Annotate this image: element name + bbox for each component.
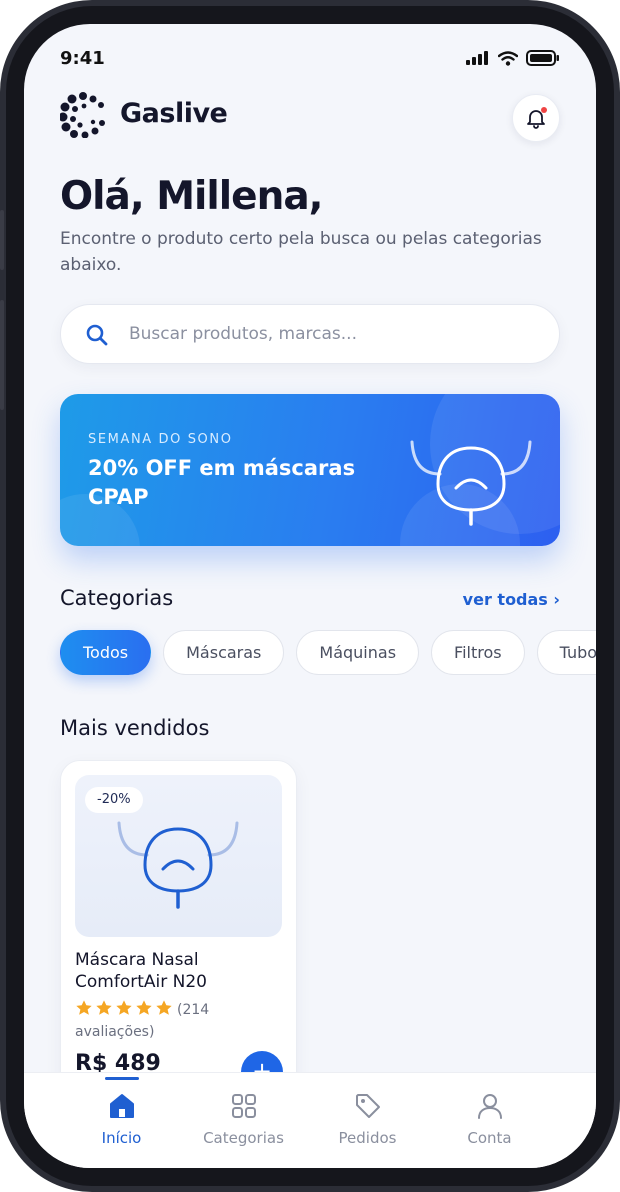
notification-dot bbox=[541, 107, 547, 113]
side-button bbox=[0, 210, 4, 270]
user-icon bbox=[478, 1094, 502, 1119]
product-image: -20% bbox=[75, 775, 282, 937]
star-icon bbox=[116, 1000, 132, 1015]
active-tab-indicator bbox=[105, 1077, 139, 1080]
side-button bbox=[0, 300, 4, 410]
chip-filtros[interactable]: Filtros bbox=[431, 630, 525, 675]
search-input[interactable] bbox=[129, 305, 529, 363]
tab-label: Conta bbox=[467, 1129, 512, 1147]
banner-eyebrow: SEMANA DO SONO bbox=[88, 432, 233, 447]
status-bar: 9:41 bbox=[24, 24, 596, 88]
cpap-mask-icon bbox=[117, 821, 239, 909]
discount-badge: -20% bbox=[85, 787, 143, 813]
brand-name: Gaslive bbox=[120, 98, 228, 129]
greeting-title: Olá, Millena, bbox=[60, 174, 323, 219]
tab-categorias[interactable]: Categorias bbox=[172, 1073, 315, 1168]
chip-maquinas[interactable]: Máquinas bbox=[296, 630, 420, 675]
app-header: Gaslive bbox=[60, 92, 560, 142]
see-all-categories-link[interactable]: ver todas › bbox=[463, 590, 560, 609]
notifications-button[interactable] bbox=[512, 94, 560, 142]
tab-conta[interactable]: Conta bbox=[418, 1073, 561, 1168]
star-icon bbox=[156, 1000, 172, 1015]
promo-banner[interactable]: SEMANA DO SONO 20% OFF em máscaras CPAP bbox=[60, 394, 560, 546]
banner-title: 20% OFF em máscaras CPAP bbox=[88, 456, 356, 509]
product-card[interactable]: -20% Máscara Nasal ComfortAir N20 (214 a… bbox=[60, 760, 297, 1120]
chip-tubos[interactable]: Tubos bbox=[536, 630, 596, 675]
product-name: Máscara Nasal ComfortAir N20 bbox=[75, 950, 207, 992]
phone-frame: 9:41 Gaslive Olá, Millena, Encontre o pr… bbox=[0, 0, 620, 1192]
greeting-subtitle: Encontre o produto certo pela busca ou p… bbox=[60, 229, 542, 275]
wifi-icon bbox=[498, 50, 518, 66]
screen: 9:41 Gaslive Olá, Millena, Encontre o pr… bbox=[24, 24, 596, 1168]
star-icon bbox=[136, 1000, 152, 1015]
rating-stars bbox=[75, 999, 173, 1017]
chip-todos[interactable]: Todos bbox=[60, 630, 152, 675]
grid-icon bbox=[232, 1094, 256, 1118]
category-chips: TodosMáscarasMáquinasFiltrosTubos bbox=[60, 630, 596, 676]
cpap-mask-icon bbox=[410, 440, 532, 526]
tag-icon bbox=[356, 1094, 380, 1118]
home-icon bbox=[110, 1094, 134, 1118]
signal-icon bbox=[466, 51, 488, 65]
tab-label: Categorias bbox=[203, 1129, 284, 1147]
status-icons bbox=[466, 50, 560, 66]
categories-title: Categorias bbox=[60, 586, 174, 610]
status-time: 9:41 bbox=[60, 48, 105, 69]
search-icon bbox=[86, 324, 108, 346]
star-icon bbox=[76, 1000, 92, 1015]
star-icon bbox=[96, 1000, 112, 1015]
brand-logo-icon bbox=[60, 92, 105, 138]
search-bar[interactable] bbox=[60, 304, 560, 364]
battery-icon bbox=[526, 50, 559, 66]
best-sellers-title: Mais vendidos bbox=[60, 716, 210, 740]
bottom-tab-bar: Início Categorias Pedidos Conta bbox=[24, 1072, 596, 1168]
chip-mascaras[interactable]: Máscaras bbox=[163, 630, 285, 675]
